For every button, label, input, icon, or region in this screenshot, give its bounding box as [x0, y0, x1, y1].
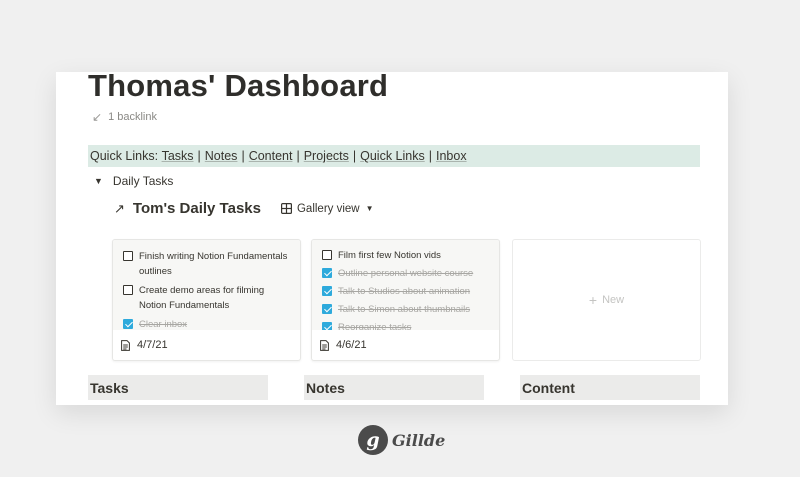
- checkbox-checked[interactable]: [322, 268, 332, 278]
- view-label: Gallery view: [296, 202, 360, 215]
- todo-text: Talk to Studios about animation: [338, 286, 471, 297]
- todo-item: Finish writing Notion Fundamentals outli…: [123, 249, 290, 279]
- checkbox[interactable]: [123, 251, 133, 261]
- gillde-logo-text: Gillde: [392, 430, 446, 450]
- new-card-button[interactable]: + New: [512, 239, 701, 361]
- new-card-label: New: [602, 294, 625, 306]
- document-icon: [121, 339, 130, 351]
- gillde-watermark: g Gillde: [358, 425, 445, 455]
- checkbox-checked[interactable]: [123, 319, 133, 329]
- card-footer: 4/7/21: [121, 339, 168, 351]
- checkbox-checked[interactable]: [322, 286, 332, 296]
- triangle-down-icon[interactable]: ▼: [94, 176, 103, 186]
- todo-item: Talk to Simon about thumbnails: [322, 302, 489, 317]
- card-preview: Film first few Notion vids Outline perso…: [312, 240, 499, 330]
- quick-link-separator: |: [352, 149, 357, 163]
- checkbox[interactable]: [123, 285, 133, 295]
- gallery-grid-icon: [280, 203, 292, 214]
- card-preview: Finish writing Notion Fundamentals outli…: [113, 240, 300, 330]
- quick-link-quick-links[interactable]: Quick Links: [360, 149, 425, 163]
- todo-text: Create demo areas for filming Notion Fun…: [139, 285, 265, 311]
- todo-text: Film first few Notion vids: [338, 250, 441, 261]
- todo-item: Reorganize tasks: [322, 320, 489, 330]
- todo-item: Create demo areas for filming Notion Fun…: [123, 283, 290, 313]
- document-icon: [320, 339, 329, 351]
- todo-text: Talk to Simon about thumbnails: [338, 304, 471, 315]
- chevron-down-icon: ▼: [365, 204, 374, 213]
- column-header-tasks[interactable]: Tasks: [88, 375, 268, 400]
- daily-tasks-toggle[interactable]: ▼ Daily Tasks: [94, 174, 173, 188]
- quick-link-separator: |: [296, 149, 300, 163]
- link-arrow-icon: ↗: [114, 200, 125, 216]
- quick-links-bar: Quick Links: Tasks | Notes | Content | P…: [88, 145, 700, 167]
- quick-links-prefix: Quick Links:: [90, 149, 159, 163]
- column-header-notes[interactable]: Notes: [304, 375, 484, 400]
- quick-link-projects[interactable]: Projects: [304, 149, 349, 163]
- backlink[interactable]: ↙ 1 backlink: [92, 110, 157, 124]
- todo-item: Film first few Notion vids: [322, 248, 489, 263]
- notion-page-window: Thomas' Dashboard ↙ 1 backlink Quick Lin…: [56, 72, 728, 405]
- column-header-content[interactable]: Content: [520, 375, 700, 400]
- quick-link-content[interactable]: Content: [249, 149, 293, 163]
- gallery-card[interactable]: Film first few Notion vids Outline perso…: [311, 239, 500, 361]
- todo-item: Outline personal website course: [322, 266, 489, 281]
- todo-text: Outline personal website course: [338, 268, 474, 279]
- quick-link-separator: |: [197, 149, 201, 163]
- arrow-down-left-icon: ↙: [92, 110, 103, 124]
- todo-text: Finish writing Notion Fundamentals outli…: [139, 251, 288, 277]
- backlink-label: 1 backlink: [108, 111, 157, 123]
- toggle-label: Daily Tasks: [112, 174, 174, 188]
- todo-text: Clear inbox: [139, 319, 188, 330]
- checkbox-checked[interactable]: [322, 322, 332, 330]
- database-title[interactable]: Tom's Daily Tasks: [133, 200, 261, 217]
- quick-link-tasks[interactable]: Tasks: [162, 149, 194, 163]
- checkbox-checked[interactable]: [322, 304, 332, 314]
- plus-icon: +: [588, 292, 598, 308]
- todo-text: Reorganize tasks: [338, 322, 412, 330]
- quick-link-notes[interactable]: Notes: [205, 149, 238, 163]
- card-date: 4/6/21: [336, 339, 367, 351]
- page-title: Thomas' Dashboard: [88, 72, 389, 103]
- quick-link-separator: |: [428, 149, 432, 163]
- todo-item: Talk to Studios about animation: [322, 284, 489, 299]
- view-switcher[interactable]: Gallery view ▼: [280, 202, 374, 215]
- database-header: ↗ Tom's Daily Tasks Gallery view ▼: [114, 200, 374, 217]
- quick-link-separator: |: [241, 149, 245, 163]
- card-date: 4/7/21: [137, 339, 168, 351]
- quick-link-inbox[interactable]: Inbox: [436, 149, 467, 163]
- checkbox[interactable]: [322, 250, 332, 260]
- card-footer: 4/6/21: [320, 339, 367, 351]
- gillde-logo-icon: g: [358, 425, 388, 455]
- todo-item: Clear inbox: [123, 317, 290, 330]
- gallery-card[interactable]: Finish writing Notion Fundamentals outli…: [112, 239, 301, 361]
